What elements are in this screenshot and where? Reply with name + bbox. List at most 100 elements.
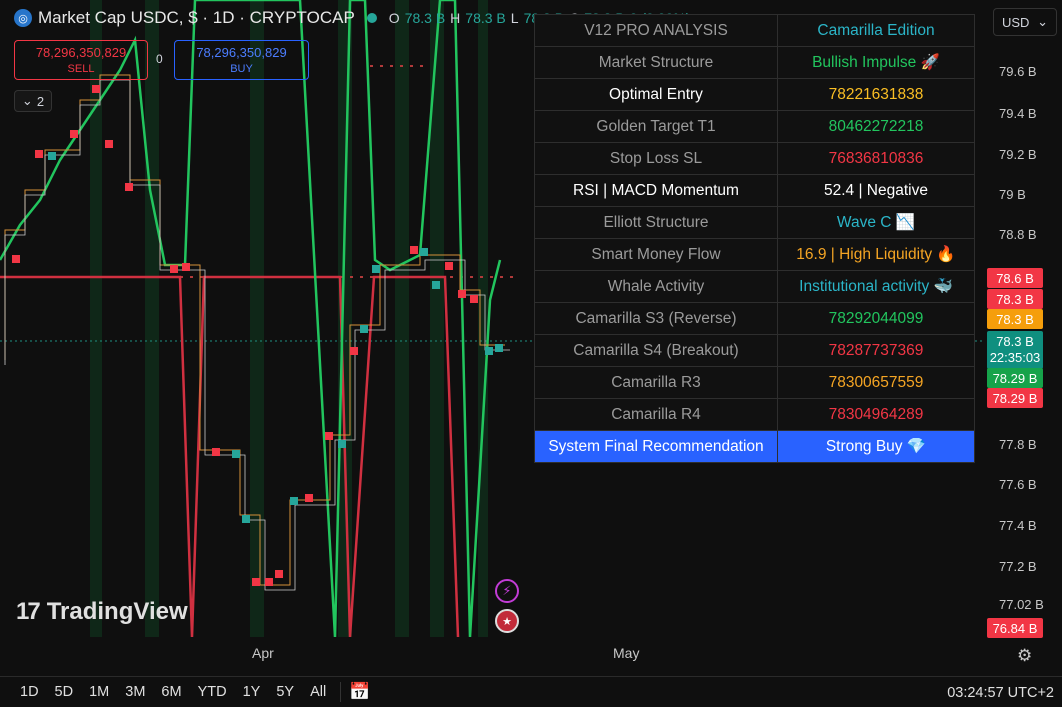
sell-button[interactable]: 78,296,350,829 SELL xyxy=(14,40,148,80)
date-range-icon[interactable]: 📅 xyxy=(349,682,370,702)
candle xyxy=(242,515,250,523)
candle xyxy=(325,432,333,440)
time-label-apr: Apr xyxy=(252,645,274,661)
price-tag: 78.6 B xyxy=(987,268,1043,288)
analysis-row-value: 76836810836 xyxy=(777,142,975,175)
chevron-down-icon: ⌄ xyxy=(1037,14,1048,29)
analysis-row: Camarilla R3 78300657559 xyxy=(534,366,975,399)
usdc-coin-icon: ◎ xyxy=(14,9,32,27)
analysis-row: RSI | MACD Momentum 52.4 | Negative xyxy=(534,174,975,207)
analysis-row-value: 78292044099 xyxy=(777,302,975,335)
analysis-row-key: Camarilla S3 (Reverse) xyxy=(534,302,778,335)
candle xyxy=(360,325,368,333)
analysis-row-value: 78221631838 xyxy=(777,78,975,111)
price-tag: 78.3 B xyxy=(987,309,1043,329)
candle xyxy=(495,344,503,352)
price-tick-label: 77.2 B xyxy=(999,559,1037,574)
candle xyxy=(485,347,493,355)
analysis-row: Stop Loss SL 76836810836 xyxy=(534,142,975,175)
session-band xyxy=(395,0,409,637)
price-tick-label: 79 B xyxy=(999,187,1026,202)
analysis-row-key: Market Structure xyxy=(534,46,778,79)
price-tick-label: 77.02 B xyxy=(999,597,1044,612)
countdown-timer: 22:35:03 xyxy=(989,350,1041,365)
candle xyxy=(338,440,346,448)
final-recommendation-key: System Final Recommendation xyxy=(534,430,778,463)
time-label-may: May xyxy=(613,645,640,661)
range-button-5d[interactable]: 5D xyxy=(47,684,82,700)
candle xyxy=(445,262,453,270)
currency-select[interactable]: USD ⌄ xyxy=(993,8,1057,36)
analysis-row-value: 16.9 | High Liquidity 🔥 xyxy=(777,238,975,271)
analysis-row: Smart Money Flow 16.9 | High Liquidity 🔥 xyxy=(534,238,975,271)
analysis-row-value: 78304964289 xyxy=(777,398,975,431)
tradingview-wordmark: TradingView xyxy=(46,598,188,625)
candle xyxy=(420,248,428,256)
candle xyxy=(125,183,133,191)
price-tick-label: 78.8 B xyxy=(999,227,1037,242)
price-tick-label: 77.8 B xyxy=(999,437,1037,452)
candle xyxy=(305,494,313,502)
range-button-1m[interactable]: 1M xyxy=(81,684,117,700)
candle xyxy=(432,281,440,289)
us-flag-icon[interactable]: ★ xyxy=(495,609,519,633)
candle xyxy=(372,265,380,273)
candle xyxy=(290,497,298,505)
candle xyxy=(12,255,20,263)
chevron-down-icon: ⌄ xyxy=(21,93,33,108)
candle xyxy=(105,140,113,148)
tradingview-mark-icon: 17 xyxy=(16,598,41,625)
analysis-row-value: Wave C 📉 xyxy=(777,206,975,239)
tradingview-logo[interactable]: 17 TradingView xyxy=(16,598,188,626)
candle xyxy=(410,246,418,254)
chart-settings-icon[interactable]: ⚙ xyxy=(1017,646,1032,666)
analysis-row-key: Stop Loss SL xyxy=(534,142,778,175)
buy-price: 78,296,350,829 xyxy=(196,45,287,60)
candle xyxy=(275,570,283,578)
price-tag: 78.3 B 22:35:03 xyxy=(987,331,1043,369)
candle xyxy=(458,290,466,298)
range-button-ytd[interactable]: YTD xyxy=(190,684,235,700)
analysis-row-key: Whale Activity xyxy=(534,270,778,303)
analysis-row-value: Bullish Impulse 🚀 xyxy=(777,46,975,79)
analysis-row-value: 78287737369 xyxy=(777,334,975,367)
range-button-all[interactable]: All xyxy=(302,684,334,700)
buy-button[interactable]: 78,296,350,829 BUY xyxy=(174,40,309,80)
red-indicator-line xyxy=(0,275,460,637)
range-button-6m[interactable]: 6M xyxy=(153,684,189,700)
analysis-row-key: Optimal Entry xyxy=(534,78,778,111)
price-tag: 76.84 B xyxy=(987,618,1043,638)
candle xyxy=(92,85,100,93)
price-tag: 78.29 B xyxy=(987,368,1043,388)
sell-label: SELL xyxy=(67,63,95,75)
analysis-row: Camarilla R4 78304964289 xyxy=(534,398,975,431)
range-button-1d[interactable]: 1D xyxy=(0,684,47,700)
range-button-5y[interactable]: 5Y xyxy=(268,684,302,700)
sell-price: 78,296,350,829 xyxy=(35,45,127,60)
symbol-title[interactable]: Market Cap USDC, $ · 1D · CRYPTOCAP xyxy=(38,8,355,28)
analysis-row: Market Structure Bullish Impulse 🚀 xyxy=(534,46,975,79)
price-tick-label: 79.6 B xyxy=(999,64,1037,79)
price-tick-label: 77.4 B xyxy=(999,518,1037,533)
candle xyxy=(265,578,273,586)
price-tag: 78.3 B xyxy=(987,289,1043,309)
candle xyxy=(170,265,178,273)
analysis-row: Whale Activity Institutional activity 🐳 xyxy=(534,270,975,303)
price-tick-label: 79.4 B xyxy=(999,106,1037,121)
utc-clock[interactable]: 03:24:57 UTC+2 xyxy=(947,685,1054,701)
indicator-collapse-button[interactable]: ⌄ 2 xyxy=(14,90,52,112)
toolbar-divider xyxy=(340,682,342,702)
high-value: 78.3 B xyxy=(465,10,506,26)
analysis-row-key: Golden Target T1 xyxy=(534,110,778,143)
bottom-toolbar: 1D 5D 1M 3M 6M YTD 1Y 5Y All 📅 03:24:57 UTC+2 xyxy=(0,676,1062,707)
open-value: 78.3 B xyxy=(404,10,446,26)
range-button-1y[interactable]: 1Y xyxy=(235,684,269,700)
candle xyxy=(232,450,240,458)
market-status-icon xyxy=(366,13,377,23)
analysis-header-left: V12 PRO ANALYSIS xyxy=(534,14,778,47)
analysis-row-key: Camarilla R3 xyxy=(534,366,778,399)
analysis-row-value: 80462272218 xyxy=(777,110,975,143)
range-button-3m[interactable]: 3M xyxy=(117,684,153,700)
lightning-icon[interactable]: ⚡ xyxy=(495,579,519,603)
analysis-header-row: V12 PRO ANALYSIS Camarilla Edition xyxy=(534,14,975,47)
